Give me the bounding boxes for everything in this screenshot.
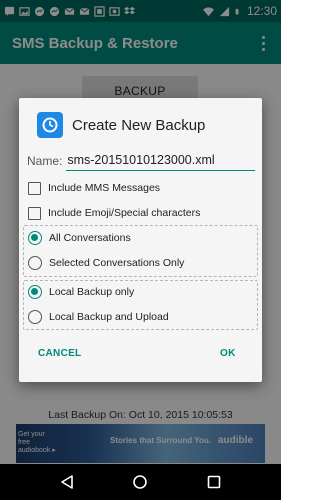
radio-unselected[interactable] <box>28 256 42 270</box>
selected-conversations-radio[interactable]: Selected Conversations Only <box>28 252 184 274</box>
checkbox-box[interactable] <box>28 206 41 220</box>
local-backup-upload-label: Local Backup and Upload <box>49 311 169 323</box>
include-mms-label: Include MMS Messages <box>48 182 161 194</box>
dialog-header: Create New Backup <box>37 112 205 138</box>
home-icon[interactable] <box>130 472 150 492</box>
selected-conversations-label: Selected Conversations Only <box>49 257 185 269</box>
all-conversations-radio[interactable]: All Conversations <box>28 227 131 249</box>
ok-button[interactable]: OK <box>220 348 236 359</box>
dialog-title: Create New Backup <box>72 116 206 134</box>
create-backup-dialog: Create New Backup Name: sms-201510101230… <box>19 98 262 382</box>
radio-selected[interactable] <box>28 231 42 245</box>
include-emoji-label: Include Emoji/Special characters <box>48 207 201 219</box>
radio-unselected[interactable] <box>28 310 42 324</box>
filename-input[interactable]: sms-20151010123000.xml <box>66 151 255 171</box>
include-emoji-checkbox[interactable]: Include Emoji/Special characters <box>28 202 200 224</box>
local-backup-upload-radio[interactable]: Local Backup and Upload <box>28 306 169 328</box>
app-icon <box>37 112 63 138</box>
backup-clock-icon <box>42 117 58 133</box>
checkbox-box[interactable] <box>28 181 41 195</box>
radio-selected[interactable] <box>28 285 42 299</box>
recents-icon[interactable] <box>204 472 224 492</box>
local-backup-only-radio[interactable]: Local Backup only <box>28 281 134 303</box>
navigation-bar <box>0 464 281 500</box>
back-icon[interactable] <box>57 472 77 492</box>
all-conversations-label: All Conversations <box>49 232 131 244</box>
name-row: Name: sms-20151010123000.xml <box>27 150 255 172</box>
include-mms-checkbox[interactable]: Include MMS Messages <box>28 177 160 199</box>
name-label: Name: <box>27 154 63 168</box>
local-backup-only-label: Local Backup only <box>49 286 135 298</box>
cancel-button[interactable]: CANCEL <box>38 348 81 359</box>
